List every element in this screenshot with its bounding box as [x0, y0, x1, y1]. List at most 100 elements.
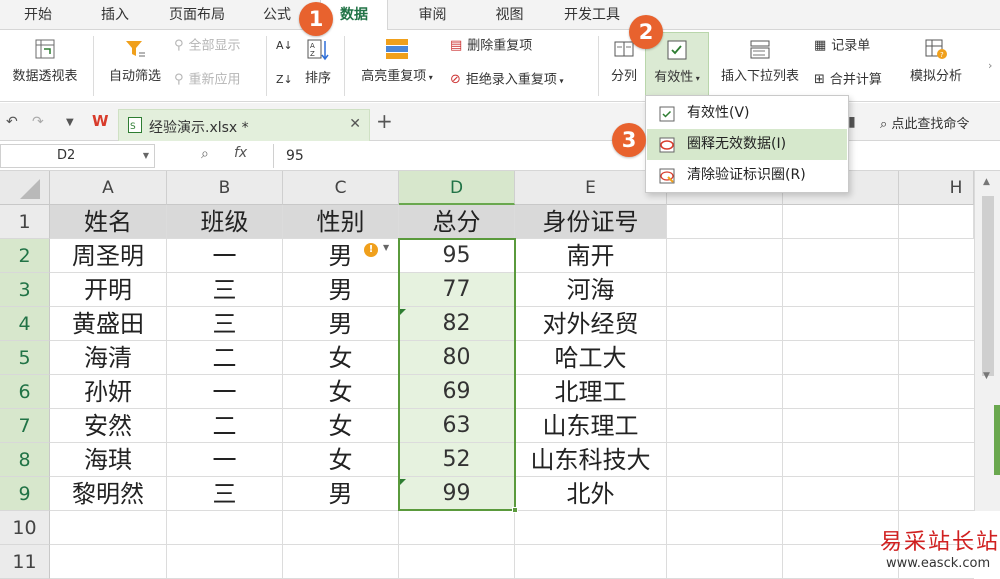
tab-home[interactable]: 开始 — [8, 0, 68, 30]
tab-formula[interactable]: 公式 — [252, 0, 302, 30]
scroll-down-icon[interactable]: ▼ — [983, 371, 990, 381]
what-if-analysis-button[interactable]: ? 模拟分析 — [903, 38, 969, 84]
row-header-9[interactable]: 9 — [0, 477, 50, 511]
scrollbar-thumb[interactable] — [982, 196, 994, 376]
zoom-formula-icon[interactable]: ⌕ — [201, 146, 209, 162]
row-header-8[interactable]: 8 — [0, 443, 50, 477]
cell-c6[interactable]: 女 — [283, 375, 399, 409]
menu-item-clear-validation-circles[interactable]: 清除验证标识圈(R) — [647, 160, 847, 191]
cell-b8[interactable]: 一 — [167, 443, 283, 477]
row-header-10[interactable]: 10 — [0, 511, 50, 545]
cell-e6[interactable]: 北理工 — [515, 375, 667, 409]
ribbon-scroll-right[interactable]: › — [988, 56, 992, 76]
row-header-4[interactable]: 4 — [0, 307, 50, 341]
cell-b3[interactable]: 三 — [167, 273, 283, 307]
column-header-c[interactable]: C — [283, 171, 399, 205]
close-icon[interactable]: ✕ — [349, 116, 361, 132]
scroll-up-icon[interactable]: ▲ — [983, 177, 990, 187]
cell-e9[interactable]: 北外 — [515, 477, 667, 511]
autofilter-button[interactable]: 自动筛选 — [104, 38, 166, 84]
wps-logo-icon[interactable]: W — [92, 112, 109, 130]
cell-b5[interactable]: 二 — [167, 341, 283, 375]
cell-e1[interactable]: 身份证号 — [515, 205, 667, 239]
cell-d4[interactable]: 82 — [399, 307, 515, 341]
cell-c4[interactable]: 男 — [283, 307, 399, 341]
pivot-table-button[interactable]: 数据透视表 — [6, 38, 84, 84]
cell-b2[interactable]: 一 — [167, 239, 283, 273]
cell-a4[interactable]: 黄盛田 — [50, 307, 167, 341]
cell-a6[interactable]: 孙妍 — [50, 375, 167, 409]
cell-a1[interactable]: 姓名 — [50, 205, 167, 239]
show-all-button[interactable]: ⚲ 全部显示 — [174, 36, 241, 56]
cell-a2[interactable]: 周圣明 — [50, 239, 167, 273]
remove-duplicates-button[interactable]: ▤ 删除重复项 — [450, 36, 532, 56]
tab-page-layout[interactable]: 页面布局 — [157, 0, 237, 30]
menu-item-validity[interactable]: 有效性(V) — [647, 98, 847, 129]
cell-c8[interactable]: 女 — [283, 443, 399, 477]
cell-d2[interactable]: 95 — [399, 239, 515, 273]
cell-a3[interactable]: 开明 — [50, 273, 167, 307]
cell-a5[interactable]: 海清 — [50, 341, 167, 375]
column-header-h[interactable]: H — [899, 171, 974, 205]
function-icon[interactable]: fx — [234, 145, 247, 161]
row-header-5[interactable]: 5 — [0, 341, 50, 375]
new-tab-icon[interactable]: + — [376, 109, 393, 133]
file-tab[interactable]: S 经验演示.xlsx * ✕ — [118, 109, 370, 141]
cell-b7[interactable]: 二 — [167, 409, 283, 443]
sort-desc-icon-button[interactable]: Z↓ — [276, 70, 298, 90]
redo-icon[interactable]: ↷ — [32, 114, 44, 130]
insert-dropdown-list-button[interactable]: 插入下拉列表 — [714, 38, 806, 84]
tab-review[interactable]: 审阅 — [405, 0, 460, 30]
cell-e2[interactable]: 南开 — [515, 239, 667, 273]
chevron-down-icon[interactable]: ▼ — [383, 243, 389, 252]
select-all-corner[interactable] — [0, 171, 50, 205]
cell-e4[interactable]: 对外经贸 — [515, 307, 667, 341]
cell-d7[interactable]: 63 — [399, 409, 515, 443]
cell-d8[interactable]: 52 — [399, 443, 515, 477]
cell-a8[interactable]: 海琪 — [50, 443, 167, 477]
consolidate-button[interactable]: ⊞ 合并计算 — [814, 70, 882, 90]
side-panel-tab[interactable] — [994, 405, 1000, 475]
cell-g1[interactable] — [783, 205, 899, 239]
row-header-2[interactable]: 2 — [0, 239, 50, 273]
cell-f1[interactable] — [667, 205, 783, 239]
record-form-button[interactable]: ▦ 记录单 — [814, 36, 870, 56]
sort-asc-icon-button[interactable]: A↓ — [276, 36, 298, 56]
cell-b1[interactable]: 班级 — [167, 205, 283, 239]
cell-c1[interactable]: 性别 — [283, 205, 399, 239]
find-command-search[interactable]: ⌕ 点此查找命令 — [880, 113, 969, 132]
cell-a9[interactable]: 黎明然 — [50, 477, 167, 511]
toolbar-icon[interactable]: ▮ — [848, 114, 856, 130]
cell-c9[interactable]: 男 — [283, 477, 399, 511]
cell-e7[interactable]: 山东理工 — [515, 409, 667, 443]
row-header-7[interactable]: 7 — [0, 409, 50, 443]
row-header-3[interactable]: 3 — [0, 273, 50, 307]
cell-c7[interactable]: 女 — [283, 409, 399, 443]
reapply-button[interactable]: ⚲ 重新应用 — [174, 70, 241, 90]
cell-d9[interactable]: 99 — [399, 477, 515, 511]
cell-a7[interactable]: 安然 — [50, 409, 167, 443]
cell-d5[interactable]: 80 — [399, 341, 515, 375]
row-header-11[interactable]: 11 — [0, 545, 50, 579]
cell-c3[interactable]: 男 — [283, 273, 399, 307]
menu-item-circle-invalid-data[interactable]: 圈释无效数据(I) — [647, 129, 847, 160]
cell-e8[interactable]: 山东科技大 — [515, 443, 667, 477]
cell-e3[interactable]: 河海 — [515, 273, 667, 307]
cell-b4[interactable]: 三 — [167, 307, 283, 341]
cell-b6[interactable]: 一 — [167, 375, 283, 409]
highlight-duplicates-button[interactable]: 高亮重复项 ▾ — [352, 38, 442, 84]
name-box[interactable]: D2 ▼ — [0, 144, 155, 168]
cell-d6[interactable]: 69 — [399, 375, 515, 409]
cell-b9[interactable]: 三 — [167, 477, 283, 511]
column-header-d[interactable]: D — [399, 171, 515, 205]
warning-icon[interactable]: ! — [364, 243, 378, 257]
chevron-down-icon[interactable]: ▼ — [143, 145, 149, 167]
cell-d3[interactable]: 77 — [399, 273, 515, 307]
cell-c5[interactable]: 女 — [283, 341, 399, 375]
row-header-1[interactable]: 1 — [0, 205, 50, 239]
undo-icon[interactable]: ↶ — [6, 114, 18, 130]
cell-e5[interactable]: 哈工大 — [515, 341, 667, 375]
cell-h1[interactable] — [899, 205, 974, 239]
tab-developer[interactable]: 开发工具 — [552, 0, 632, 30]
customize-quick-access-icon[interactable]: ▼ — [66, 117, 74, 128]
